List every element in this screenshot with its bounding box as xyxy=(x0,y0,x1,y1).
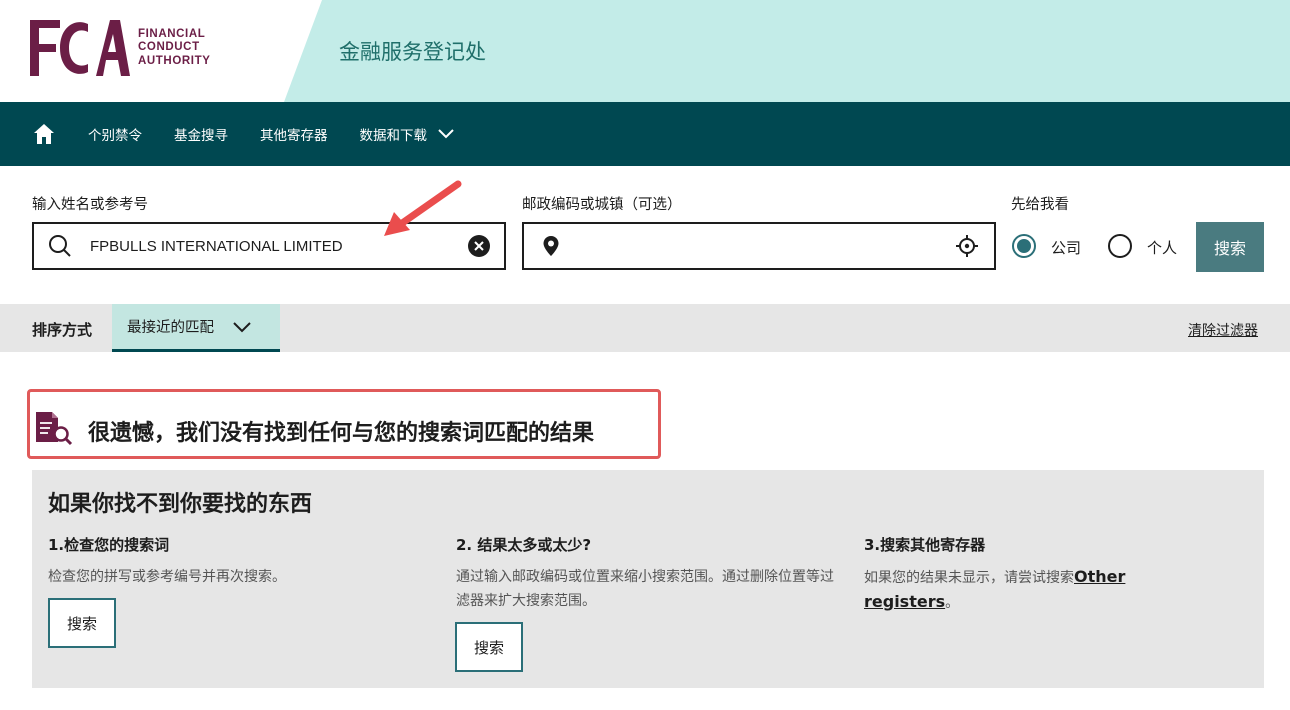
postcode-field[interactable] xyxy=(522,222,996,270)
help-column-text: 通过输入邮政编码或位置来缩小搜索范围。通过删除位置等过滤器来扩大搜索范围。 xyxy=(456,569,834,609)
fca-logo-mark xyxy=(30,20,130,76)
home-icon[interactable] xyxy=(32,122,56,146)
nav-item-label: 数据和下载 xyxy=(359,128,428,144)
help-text-before-link: 如果您的结果未显示，请尝试搜索 xyxy=(864,570,1074,586)
postcode-input[interactable] xyxy=(560,237,956,255)
help-column-title: 1.检查您的搜索词 xyxy=(48,536,170,554)
help-title: 如果你找不到你要找的东西 xyxy=(48,492,313,517)
name-search-field[interactable]: FPBULLS INTERNATIONAL LIMITED xyxy=(32,222,506,270)
help-column-text: 如果您的结果未显示，请尝试搜索Other registers。 xyxy=(864,565,1164,615)
nav-item-label: 个别禁令 xyxy=(88,128,142,144)
nav-item-data-downloads[interactable]: 数据和下载 xyxy=(360,124,456,144)
help-text-after-link: 。 xyxy=(945,595,960,611)
radio-company-label[interactable]: 公司 xyxy=(1051,237,1081,258)
sort-bar: 排序方式 最接近的匹配 清除过滤器 xyxy=(0,304,1290,352)
site-title: 金融服务登记处 xyxy=(339,40,486,64)
logo-line: CONDUCT xyxy=(138,41,200,54)
view-type-label: 先给我看 xyxy=(1011,197,1069,213)
locate-crosshair-icon[interactable] xyxy=(956,235,978,257)
sort-select[interactable]: 最接近的匹配 xyxy=(112,304,280,352)
logo-line: FINANCIAL xyxy=(138,27,206,40)
chevron-down-icon xyxy=(233,321,251,332)
help-search-button-2[interactable]: 搜索 xyxy=(455,622,523,672)
fca-logo[interactable]: FINANCIAL CONDUCT AUTHORITY xyxy=(30,20,210,76)
location-pin-icon xyxy=(543,236,559,256)
nav-item-other-registers[interactable]: 其他寄存器 xyxy=(260,124,328,144)
help-column-text: 检查您的拼写或参考编号并再次搜索。 xyxy=(48,569,286,585)
nav-item-individual-prohibitions[interactable]: 个别禁令 xyxy=(88,124,142,144)
help-search-button-1[interactable]: 搜索 xyxy=(48,598,116,648)
postcode-field-label: 邮政编码或城镇（可选） xyxy=(522,197,682,213)
logo-line: AUTHORITY xyxy=(138,54,211,67)
help-column-other-registers: 3.搜索其他寄存器 如果您的结果未显示，请尝试搜索Other registers… xyxy=(864,534,1164,615)
search-button[interactable]: 搜索 xyxy=(1196,222,1264,272)
nav-item-label: 其他寄存器 xyxy=(260,128,328,144)
document-search-icon xyxy=(36,412,73,446)
radio-person-label[interactable]: 个人 xyxy=(1147,237,1177,258)
nav-item-fund-search[interactable]: 基金搜寻 xyxy=(174,124,228,144)
sort-label: 排序方式 xyxy=(32,321,93,339)
search-icon xyxy=(49,235,71,257)
name-field-label: 输入姓名或参考号 xyxy=(32,197,148,213)
chevron-down-icon xyxy=(438,129,454,139)
clear-filters-link[interactable]: 清除过滤器 xyxy=(1188,320,1258,340)
radio-person[interactable] xyxy=(1108,234,1132,258)
fca-logo-text: FINANCIAL CONDUCT AUTHORITY xyxy=(138,28,210,69)
site-header: FINANCIAL CONDUCT AUTHORITY 金融服务登记处 xyxy=(0,0,1290,102)
help-column-title: 3.搜索其他寄存器 xyxy=(864,536,986,554)
main-nav: 个别禁令 基金搜寻 其他寄存器 数据和下载 xyxy=(0,102,1290,166)
no-results-message-box: 很遗憾，我们没有找到任何与您的搜索词匹配的结果 xyxy=(27,389,661,459)
no-results-text: 很遗憾，我们没有找到任何与您的搜索词匹配的结果 xyxy=(88,421,595,446)
sort-selected-value: 最接近的匹配 xyxy=(127,320,214,336)
name-search-value[interactable]: FPBULLS INTERNATIONAL LIMITED xyxy=(72,238,468,255)
clear-icon[interactable] xyxy=(468,235,490,257)
help-column-refine: 2. 结果太多或太少? 通过输入邮政编码或位置来缩小搜索范围。通过删除位置等过滤… xyxy=(456,534,844,613)
nav-item-label: 基金搜寻 xyxy=(174,128,228,144)
radio-company[interactable] xyxy=(1012,234,1036,258)
help-column-check-terms: 1.检查您的搜索词 检查您的拼写或参考编号并再次搜索。 xyxy=(48,534,428,589)
help-panel: 如果你找不到你要找的东西 1.检查您的搜索词 检查您的拼写或参考编号并再次搜索。… xyxy=(32,470,1264,688)
help-column-title: 2. 结果太多或太少? xyxy=(456,536,592,554)
